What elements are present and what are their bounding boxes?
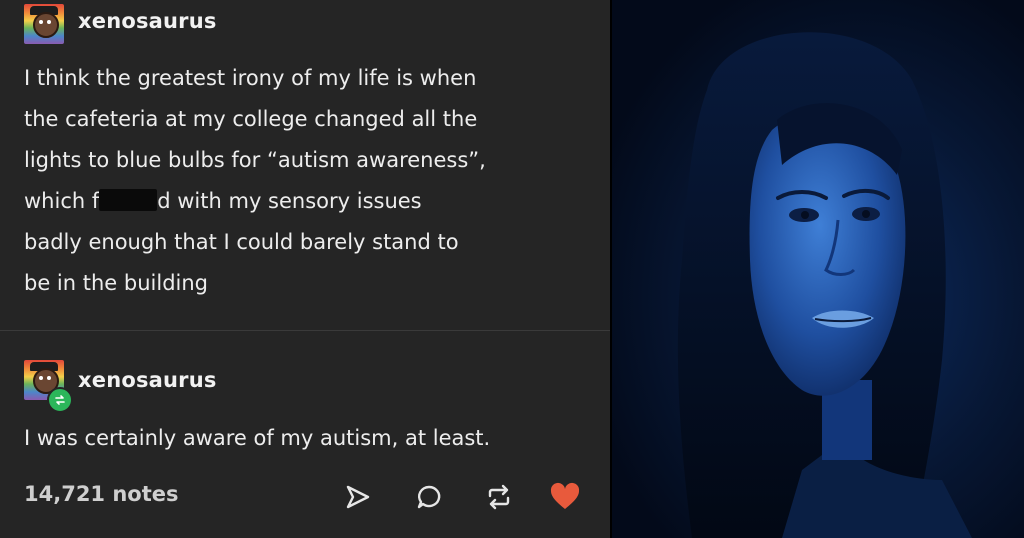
- post-body: I think the greatest irony of my life is…: [24, 58, 594, 304]
- reblog-username[interactable]: xenosaurus: [78, 368, 217, 392]
- user-avatar[interactable]: [24, 4, 64, 44]
- reblog-body: I was certainly aware of my autism, at l…: [24, 418, 594, 459]
- post-line-4: which fd with my sensory issues: [24, 189, 422, 213]
- blue-lit-portrait-photo: [612, 0, 1024, 538]
- redaction-bar: [99, 189, 158, 211]
- post-divider: [0, 330, 610, 331]
- reblog-badge-icon: [47, 387, 73, 413]
- original-post: xenosaurus I think the greatest irony of…: [0, 0, 610, 330]
- like-icon[interactable]: [548, 480, 582, 514]
- reblog-line-1: I was certainly aware of my autism, at l…: [24, 426, 491, 450]
- post-line-6: be in the building: [24, 271, 208, 295]
- post-line-1: I think the greatest irony of my life is…: [24, 66, 477, 90]
- tumblr-post-panel: xenosaurus I think the greatest irony of…: [0, 0, 610, 538]
- share-icon[interactable]: [341, 480, 375, 514]
- post-line-5: badly enough that I could barely stand t…: [24, 230, 459, 254]
- reblog-icon[interactable]: [482, 480, 516, 514]
- post-line-3: lights to blue bulbs for “autism awarene…: [24, 148, 486, 172]
- portrait-illustration: [677, 32, 972, 538]
- post-line-2: the cafeteria at my college changed all …: [24, 107, 478, 131]
- post-username[interactable]: xenosaurus: [78, 9, 217, 33]
- comment-icon[interactable]: [412, 480, 446, 514]
- notes-count[interactable]: 14,721 notes: [24, 482, 179, 506]
